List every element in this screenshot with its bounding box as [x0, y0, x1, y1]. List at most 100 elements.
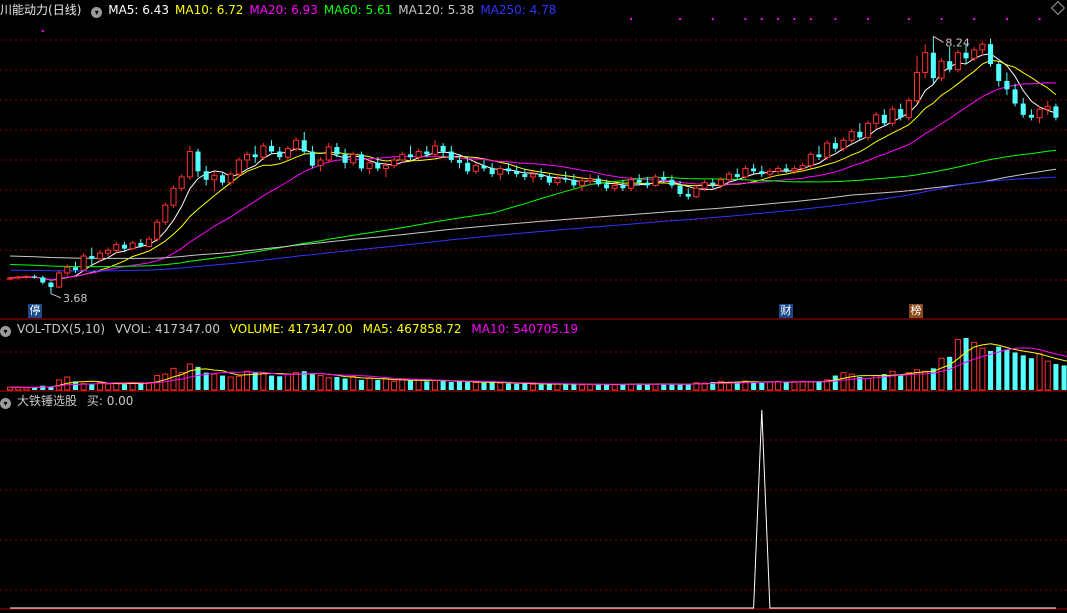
candle-body-up: [693, 187, 700, 198]
volume-bar-up: [529, 383, 537, 391]
candle-body-down: [1012, 89, 1018, 104]
volume-bar-up: [979, 347, 986, 391]
marker-financial-report[interactable]: 财: [779, 304, 793, 318]
volume-bar-up: [766, 381, 773, 391]
candle-body-down: [334, 147, 340, 155]
volume-indicator-name: VOL-TDX(5,10): [17, 322, 106, 336]
volume-bar-down: [685, 383, 691, 390]
candle-body-down: [604, 184, 610, 189]
candle-body-down: [301, 140, 307, 152]
indicator-toggle-icon[interactable]: ▾: [0, 326, 11, 337]
volume-ma10-value: MA10: 540705.19: [471, 322, 578, 336]
volume-bar-down: [89, 384, 95, 390]
volume-bar-down: [138, 383, 144, 390]
candle-body-up: [382, 165, 389, 169]
candle-body-up: [889, 108, 896, 124]
candle-body-up: [260, 145, 267, 158]
candle-body-up: [791, 167, 798, 172]
ma-legend-ma20: MA20: 6.93: [249, 3, 318, 17]
candle-body-up: [366, 162, 373, 169]
volume-bar-down: [898, 374, 904, 390]
candle-body-up: [979, 43, 986, 51]
candle-body-up: [824, 142, 831, 158]
volume-bar-down: [342, 378, 348, 390]
candle-body-down: [121, 244, 128, 249]
volume-value: VOLUME: 417347.00: [229, 322, 353, 336]
candle-body-up: [807, 153, 814, 167]
candle-body-down: [375, 162, 381, 169]
candle-body-up: [726, 173, 733, 181]
volume-bar-down: [759, 382, 765, 390]
volume-bar-down: [571, 384, 577, 390]
signal-dot: [1038, 18, 1041, 20]
volume-bar-down: [358, 379, 364, 390]
candle-body-down: [48, 282, 54, 288]
candle-body-up: [905, 100, 912, 119]
candle-body-down: [203, 171, 209, 180]
candle-body-up: [284, 148, 291, 158]
moving-average-lines: [10, 53, 1057, 281]
candle-body-down: [342, 154, 348, 163]
marker-suspension[interactable]: 停: [28, 304, 42, 318]
indicator-toggle-icon[interactable]: ▾: [91, 7, 103, 18]
volume-bar-up: [105, 383, 112, 391]
volume-bar-up: [325, 377, 332, 391]
candle-body-down: [1004, 80, 1010, 90]
volume-bar-up: [227, 376, 234, 391]
volume-bar-down: [1028, 358, 1034, 390]
candle-body-down: [963, 52, 969, 59]
candle-body-up: [529, 173, 537, 178]
candle-body-down: [930, 52, 936, 79]
candle-body-down: [40, 277, 46, 283]
volume-bar-down: [996, 346, 1002, 390]
candle-body-up: [840, 139, 847, 150]
volume-bar-up: [791, 381, 798, 391]
candle-body-up: [391, 159, 398, 167]
candle-body-up: [864, 122, 872, 138]
volume-bar-down: [456, 381, 462, 390]
volume-bar-up: [1036, 353, 1043, 391]
signal-dot: [940, 18, 943, 20]
stock-name: 川能动力: [0, 3, 49, 17]
volume-bar-up: [905, 372, 912, 391]
candle-body-up: [293, 139, 300, 150]
candle-body-down: [620, 185, 626, 189]
volume-bar-up: [415, 379, 422, 391]
volume-bar-up: [317, 375, 324, 391]
candle-body-down: [759, 171, 765, 175]
candle-body-down: [1053, 106, 1059, 118]
ma-legend-ma5: MA5: 6.43: [108, 3, 169, 17]
volume-bar-down: [277, 376, 283, 390]
indicator-toggle-icon[interactable]: ▾: [0, 398, 11, 409]
candle-body-up: [415, 151, 422, 158]
volume-bar-down: [481, 382, 487, 390]
candlestick-series: [7, 36, 1059, 294]
volume-bar-down: [407, 380, 413, 390]
candle-body-up: [938, 60, 945, 79]
volume-bar-up: [431, 379, 438, 391]
candle-body-up: [7, 277, 14, 280]
signal-dot: [711, 18, 714, 20]
volume-bar-down: [546, 383, 552, 390]
volume-header: ▾ VOL-TDX(5,10) VVOL: 417347.00 VOLUME: 4…: [0, 321, 584, 337]
candle-body-down: [538, 174, 544, 177]
candle-body-up: [1036, 108, 1043, 119]
candle-body-down: [1028, 114, 1034, 118]
candle-body-up: [971, 49, 978, 59]
volume-bar-up: [628, 383, 635, 391]
candle-body-up: [611, 184, 618, 189]
volume-bar-down: [219, 375, 226, 390]
candle-body-down: [481, 165, 487, 169]
candle-body-up: [113, 244, 120, 251]
candle-body-down: [72, 267, 78, 271]
candle-body-down: [947, 61, 953, 70]
signal-dot: [834, 18, 837, 20]
volume-bar-down: [195, 366, 201, 390]
vvol-value: VVOL: 417347.00: [114, 322, 220, 336]
candle-body-up: [56, 272, 63, 288]
marker-ranking-list[interactable]: 榜: [909, 304, 923, 318]
candle-body-up: [628, 179, 635, 189]
volume-bar-down: [522, 383, 528, 390]
volume-bar-up: [971, 341, 978, 391]
high-pointer: [933, 35, 944, 43]
